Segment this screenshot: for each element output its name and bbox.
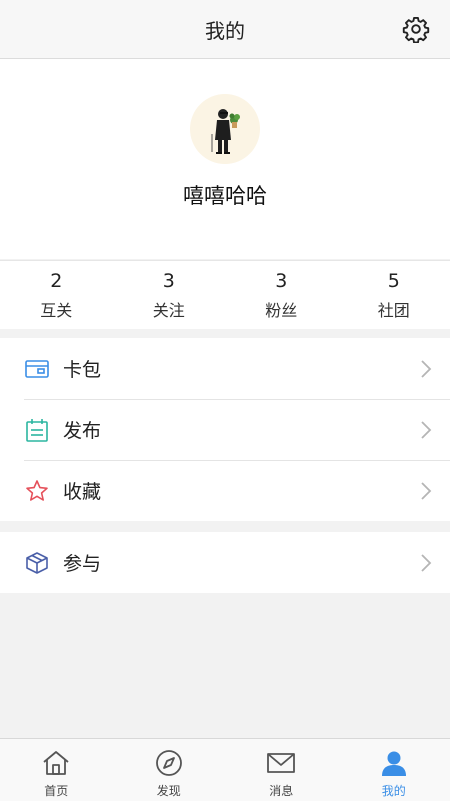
menu-item-publish[interactable]: 发布: [0, 399, 450, 460]
calendar-icon: [24, 417, 50, 443]
gear-icon[interactable]: [402, 15, 430, 43]
profile-section: 嘻嘻哈哈: [0, 59, 450, 259]
stat-label: 关注: [153, 297, 185, 321]
top-nav-bar: 我的: [0, 0, 450, 59]
compass-icon: [154, 748, 184, 778]
menu-item-label: 参与: [63, 549, 101, 576]
menu-group-main: 卡包 发布 收藏: [0, 338, 450, 521]
username: 嘻嘻哈哈: [183, 180, 267, 210]
stat-label: 社团: [378, 297, 410, 321]
menu-item-wallet[interactable]: 卡包: [0, 338, 450, 399]
chevron-right-icon: [420, 420, 432, 440]
stats-bar: 2 互关 3 关注 3 粉丝 5 社团: [0, 260, 450, 329]
menu-item-label: 发布: [63, 416, 101, 443]
star-icon: [24, 478, 50, 504]
tab-label: 消息: [269, 782, 293, 799]
chevron-right-icon: [420, 481, 432, 501]
stat-count: 3: [275, 269, 287, 293]
mail-icon: [266, 748, 296, 778]
user-icon: [379, 748, 409, 778]
menu-item-participate[interactable]: 参与: [0, 532, 450, 593]
avatar-illustration: [190, 94, 260, 164]
page-title: 我的: [205, 15, 245, 44]
stat-label: 互关: [40, 297, 72, 321]
tab-messages[interactable]: 消息: [225, 739, 338, 801]
menu-group-secondary: 参与: [0, 532, 450, 593]
tab-discover[interactable]: 发现: [113, 739, 226, 801]
chevron-right-icon: [420, 553, 432, 573]
stat-followers[interactable]: 3 粉丝: [225, 261, 338, 329]
wallet-icon: [24, 356, 50, 382]
bottom-tab-bar: 首页 发现 消息 我的: [0, 738, 450, 801]
stat-following[interactable]: 3 关注: [113, 261, 226, 329]
tab-label: 发现: [157, 782, 181, 799]
stat-count: 2: [50, 269, 62, 293]
tab-home[interactable]: 首页: [0, 739, 113, 801]
stat-label: 粉丝: [265, 297, 297, 321]
chevron-right-icon: [420, 359, 432, 379]
stat-count: 5: [388, 269, 400, 293]
tab-label: 我的: [382, 782, 406, 799]
menu-item-label: 收藏: [63, 477, 101, 504]
cube-icon: [24, 550, 50, 576]
menu-item-favorites[interactable]: 收藏: [0, 460, 450, 521]
home-icon: [41, 748, 71, 778]
tab-mine[interactable]: 我的: [338, 739, 450, 801]
tab-label: 首页: [44, 782, 68, 799]
menu-item-label: 卡包: [63, 355, 101, 382]
stat-count: 3: [163, 269, 175, 293]
stat-mutual[interactable]: 2 互关: [0, 261, 113, 329]
stat-clubs[interactable]: 5 社团: [338, 261, 450, 329]
avatar[interactable]: [190, 94, 260, 164]
